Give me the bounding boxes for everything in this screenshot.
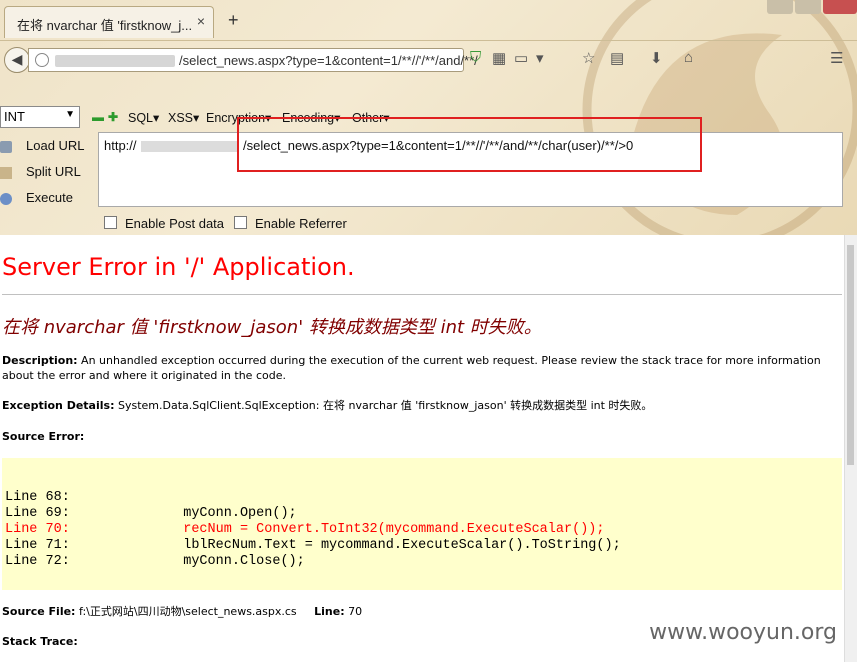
maximize-button[interactable] xyxy=(795,0,821,14)
exception-text: System.Data.SqlClient.SqlException: 在将 n… xyxy=(117,399,653,412)
menu-xss[interactable]: XSS▾ xyxy=(168,110,199,125)
source-file-label: Source File: xyxy=(2,605,76,618)
download-icon[interactable]: ⬇ xyxy=(650,49,663,67)
decrease-icon[interactable]: ▬ xyxy=(92,110,104,124)
description-block: Description: An unhandled exception occu… xyxy=(2,353,837,383)
enable-referrer-checkbox[interactable]: Enable Referrer xyxy=(234,216,347,231)
dropdown-arrow-icon[interactable]: ▾ xyxy=(536,49,544,67)
new-tab-button[interactable]: + xyxy=(228,10,239,31)
enable-post-label: Enable Post data xyxy=(125,216,225,231)
window-controls xyxy=(767,0,857,14)
globe-icon xyxy=(35,53,49,67)
code-line: Line 69: myConn.Open(); xyxy=(5,506,297,521)
bookmarks-list-icon[interactable]: ▤ xyxy=(610,49,624,67)
menu-sql[interactable]: SQL▾ xyxy=(128,110,159,125)
error-subtitle: 在将 nvarchar 值 'firstknow_jason' 转换成数据类型 … xyxy=(2,317,542,338)
code-line: Line 72: myConn.Close(); xyxy=(5,554,305,569)
close-window-button[interactable] xyxy=(823,0,857,14)
load-icon xyxy=(0,140,12,153)
minimize-button[interactable] xyxy=(767,0,793,14)
source-code-box: Line 68: Line 69: myConn.Open(); Line 70… xyxy=(2,458,842,590)
back-button[interactable]: ◀ xyxy=(4,47,30,73)
enable-referrer-label: Enable Referrer xyxy=(255,216,347,231)
exception-label: Exception Details: xyxy=(2,399,115,412)
tab-title: 在将 nvarchar 值 'firstknow_j... xyxy=(17,18,193,33)
source-error-heading: Source Error: xyxy=(2,429,837,444)
source-file-text: f:\正式网站\四川动物\select_news.aspx.cs xyxy=(78,605,297,618)
chevron-down-icon: ▼ xyxy=(65,109,75,120)
reader-view-icon[interactable]: ▭ xyxy=(514,49,528,67)
load-url-label: Load URL xyxy=(26,138,85,153)
source-error-label: Source Error: xyxy=(2,430,85,443)
code-line: Line 71: lblRecNum.Text = mycommand.Exec… xyxy=(5,538,621,553)
shield-icon[interactable]: ⛉ xyxy=(470,49,481,66)
code-line-error: Line 70: recNum = Convert.ToInt32(mycomm… xyxy=(5,522,605,537)
execute-label: Execute xyxy=(26,190,73,205)
page-content: Server Error in '/' Application. 在将 nvar… xyxy=(0,235,845,662)
page-title: Server Error in '/' Application. xyxy=(2,253,355,281)
enable-post-checkbox[interactable]: Enable Post data xyxy=(104,216,224,231)
split-url-label: Split URL xyxy=(26,164,81,179)
menu-icon[interactable]: ☰ xyxy=(830,49,843,67)
increase-icon[interactable]: ✚ xyxy=(108,110,118,124)
code-line: Line 68: xyxy=(5,490,70,505)
execute-icon xyxy=(0,192,12,205)
watermark: www.wooyun.org xyxy=(649,620,837,645)
url-prefix: http:// xyxy=(104,138,137,153)
divider xyxy=(2,294,842,295)
split-url-button[interactable]: Split URL xyxy=(0,164,81,179)
highlight-box xyxy=(237,117,702,172)
qr-code-icon[interactable]: ▦ xyxy=(492,49,506,67)
stack-trace-label: Stack Trace: xyxy=(2,635,78,648)
vertical-scrollbar[interactable] xyxy=(844,235,857,662)
redacted-host xyxy=(55,55,175,67)
tab-bar: 在将 nvarchar 值 'firstknow_j... × + xyxy=(0,0,857,40)
address-bar[interactable]: /select_news.aspx?type=1&content=1/**//'… xyxy=(28,48,478,72)
browser-tab[interactable]: 在将 nvarchar 值 'firstknow_j... × xyxy=(4,6,214,38)
type-select[interactable]: INT ▼ xyxy=(0,106,80,128)
tab-close-icon[interactable]: × xyxy=(197,13,205,29)
address-text: /select_news.aspx?type=1&content=1/**//'… xyxy=(179,53,478,68)
checkbox-icon xyxy=(234,216,247,229)
execute-button[interactable]: Execute xyxy=(0,190,73,205)
navigation-bar: ◀ /select_news.aspx?type=1&content=1/**/… xyxy=(0,40,857,79)
description-text: An unhandled exception occurred during t… xyxy=(2,354,821,382)
bookmark-star-icon[interactable]: ☆ xyxy=(582,49,595,67)
line-label: Line: xyxy=(314,605,345,618)
load-url-button[interactable]: Load URL xyxy=(0,138,85,153)
checkbox-icon xyxy=(104,216,117,229)
redacted-host xyxy=(141,141,237,152)
description-label: Description: xyxy=(2,354,78,367)
home-icon[interactable]: ⌂ xyxy=(684,49,693,66)
source-file-block: Source File: f:\正式网站\四川动物\select_news.as… xyxy=(2,604,837,619)
scrollbar-thumb[interactable] xyxy=(847,245,854,465)
type-select-value: INT xyxy=(4,109,25,124)
line-value: 70 xyxy=(348,605,363,618)
split-icon xyxy=(0,166,12,179)
exception-block: Exception Details: System.Data.SqlClient… xyxy=(2,398,837,413)
